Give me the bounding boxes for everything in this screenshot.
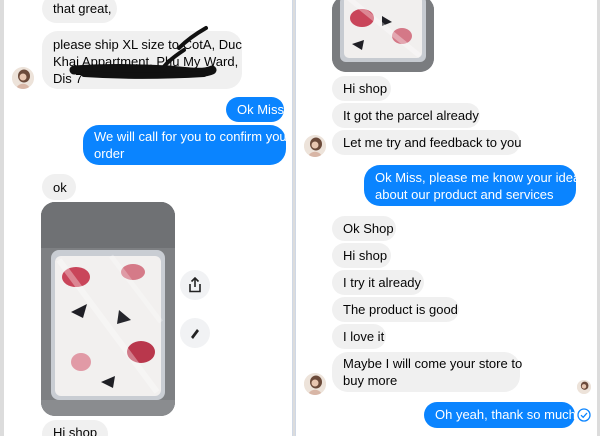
message-text: Oh yeah, thank so much	[435, 407, 576, 422]
message-bubble: Hi shop	[332, 76, 391, 101]
avatar	[304, 135, 326, 157]
message-bubble: Maybe I will come your store to buy more	[332, 352, 523, 392]
message-text: that great,	[53, 1, 112, 16]
message-line: buy more	[343, 373, 398, 388]
message-bubble: Ok Miss, please me know your idea about …	[364, 165, 581, 206]
message-text: ok	[53, 180, 67, 195]
message-text: Ok Shop	[343, 221, 394, 236]
product-photo[interactable]	[41, 202, 175, 416]
message-line: Maybe I will come your store to	[343, 356, 523, 371]
edit-button[interactable]	[180, 318, 210, 348]
avatar	[304, 373, 326, 395]
message-bubble: We will call for you to confirm your ord…	[83, 125, 291, 165]
message-bubble: Ok Miss	[226, 97, 284, 122]
message-text: Let me try and feedback to you	[343, 135, 522, 150]
product-photo[interactable]	[332, 0, 434, 72]
message-text: Hi shop	[343, 248, 388, 263]
message-bubble: The product is good	[332, 297, 459, 322]
message-text: I love it	[343, 329, 385, 344]
right-chat-panel: Hi shop It got the parcel already Let me…	[295, 0, 597, 436]
message-text: It got the parcel already	[343, 108, 479, 123]
message-bubble: I love it	[332, 324, 386, 349]
pencil-icon	[191, 329, 199, 339]
message-bubble: Let me try and feedback to you	[332, 130, 522, 155]
left-chat-panel: that great, please ship XL size to CotA,…	[4, 0, 293, 436]
message-text: Ok Miss	[237, 102, 284, 117]
seen-check-icon	[577, 408, 591, 422]
message-bubble: Oh yeah, thank so much	[424, 402, 576, 428]
message-line: Ok Miss, please me know your idea	[375, 170, 581, 185]
message-bubble: Hi shop	[42, 420, 108, 436]
message-text: Hi shop	[53, 425, 98, 436]
avatar	[12, 67, 34, 89]
message-bubble: I try it already	[332, 270, 424, 295]
message-line: order	[94, 146, 125, 161]
share-button[interactable]	[180, 270, 210, 300]
redaction-scribble	[69, 26, 217, 79]
share-icon	[189, 277, 201, 293]
message-text: I try it already	[343, 275, 422, 290]
message-text: The product is good	[343, 302, 458, 317]
message-text: Hi shop	[343, 81, 388, 96]
message-bubble: ok	[42, 174, 76, 200]
message-line: We will call for you to confirm your	[94, 129, 291, 144]
seen-avatar	[577, 380, 591, 394]
message-bubble: Hi shop	[332, 243, 391, 268]
message-line: about our product and services	[375, 187, 554, 202]
message-bubble: Ok Shop	[332, 216, 396, 241]
message-bubble: It got the parcel already	[332, 103, 480, 128]
